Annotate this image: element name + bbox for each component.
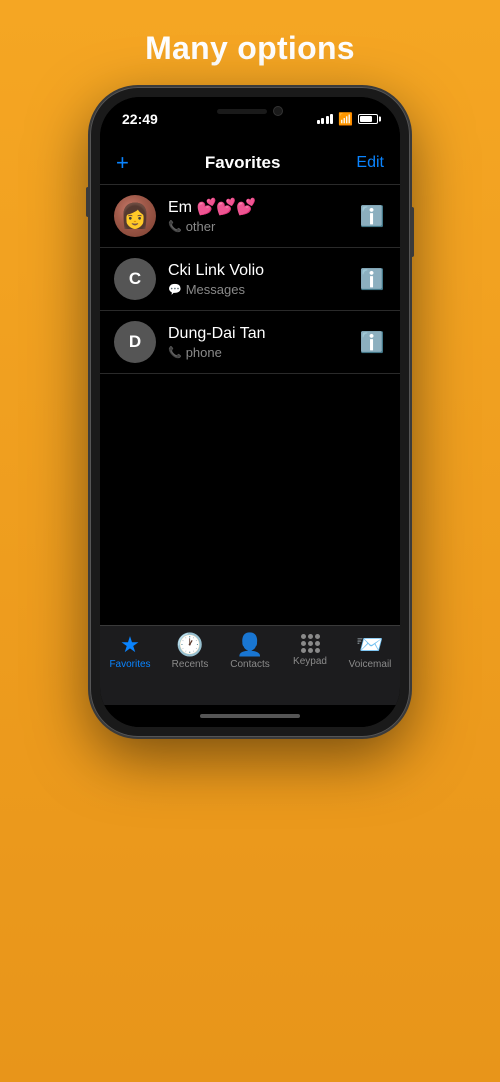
page-title: Many options <box>145 30 355 67</box>
edit-button[interactable]: Edit <box>356 154 384 172</box>
notch <box>190 97 310 125</box>
tab-keypad[interactable]: Keypad <box>280 634 340 667</box>
favorites-list: 👩 Em 💕💕💕 📞 other ℹ️ C Cki <box>100 185 400 374</box>
home-bar <box>200 714 300 718</box>
info-button[interactable]: ℹ️ <box>358 328 386 356</box>
notch-speaker <box>217 109 267 114</box>
list-item[interactable]: 👩 Em 💕💕💕 📞 other ℹ️ <box>100 185 400 248</box>
avatar: 👩 <box>114 195 156 237</box>
tab-label: Keypad <box>293 656 327 667</box>
battery-icon <box>358 114 378 124</box>
keypad-icon <box>301 634 320 653</box>
content-area: 👩 Em 💕💕💕 📞 other ℹ️ C Cki <box>100 185 400 625</box>
contact-info: Cki Link Volio 💬 Messages <box>168 261 346 298</box>
home-indicator <box>100 705 400 727</box>
status-icons: 📶 <box>317 112 378 126</box>
contact-sub-label: other <box>186 219 216 234</box>
add-favorite-button[interactable]: + <box>116 152 129 174</box>
nav-title: Favorites <box>205 153 281 173</box>
status-bar: 22:49 📶 <box>100 97 400 141</box>
tab-favorites[interactable]: ★ Favorites <box>100 634 160 670</box>
info-button[interactable]: ℹ️ <box>358 202 386 230</box>
nav-bar: + Favorites Edit <box>100 141 400 185</box>
wifi-icon: 📶 <box>338 112 353 126</box>
list-item[interactable]: D Dung-Dai Tan 📞 phone ℹ️ <box>100 311 400 374</box>
signal-icon <box>317 114 334 124</box>
phone-icon: 📞 <box>168 220 182 233</box>
contact-name: Cki Link Volio <box>168 261 346 282</box>
notch-camera <box>273 106 283 116</box>
tab-label: Recents <box>172 659 209 670</box>
tab-bar: ★ Favorites 🕐 Recents 👤 Contacts Keypad <box>100 625 400 705</box>
phone-screen: 22:49 📶 + Favorites Edit <box>100 97 400 727</box>
avatar: C <box>114 258 156 300</box>
contact-info: Dung-Dai Tan 📞 phone <box>168 324 346 361</box>
tab-label: Contacts <box>230 659 269 670</box>
contact-info: Em 💕💕💕 📞 other <box>168 198 346 235</box>
avatar: D <box>114 321 156 363</box>
contact-name: Dung-Dai Tan <box>168 324 346 345</box>
star-icon: ★ <box>120 634 140 656</box>
clock-icon: 🕐 <box>176 634 203 656</box>
list-item[interactable]: C Cki Link Volio 💬 Messages ℹ️ <box>100 248 400 311</box>
tab-label: Voicemail <box>349 659 392 670</box>
status-time: 22:49 <box>122 111 158 127</box>
person-icon: 👤 <box>236 634 263 656</box>
phone-frame: 22:49 📶 + Favorites Edit <box>90 87 410 737</box>
contact-sub: 📞 other <box>168 219 346 234</box>
contact-name: Em 💕💕💕 <box>168 198 346 219</box>
tab-contacts[interactable]: 👤 Contacts <box>220 634 280 670</box>
info-button[interactable]: ℹ️ <box>358 265 386 293</box>
voicemail-icon: 📨 <box>356 634 383 656</box>
tab-voicemail[interactable]: 📨 Voicemail <box>340 634 400 670</box>
contact-sub-label: phone <box>186 345 222 360</box>
contact-sub-label: Messages <box>186 282 245 297</box>
contact-sub: 📞 phone <box>168 345 346 360</box>
contact-sub: 💬 Messages <box>168 282 346 297</box>
phone-icon: 📞 <box>168 346 182 359</box>
message-icon: 💬 <box>168 283 182 296</box>
tab-label: Favorites <box>109 659 150 670</box>
tab-recents[interactable]: 🕐 Recents <box>160 634 220 670</box>
